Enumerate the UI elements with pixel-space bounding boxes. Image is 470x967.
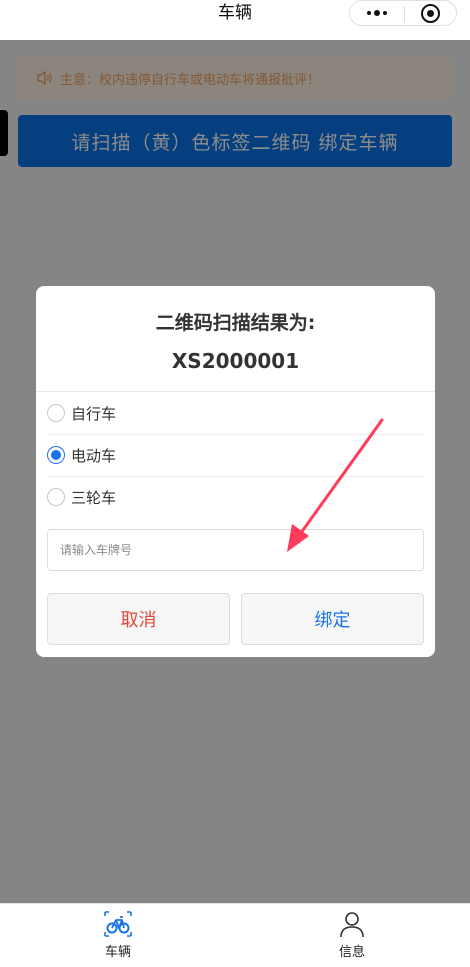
- plate-number-input[interactable]: [47, 529, 424, 571]
- app-root: 主意：校内违停自行车或电动车将通报批评！ 请扫描（黄）色标签二维码 绑定车辆 车…: [0, 0, 470, 967]
- tab-bar: 车辆 信息: [0, 903, 470, 967]
- option-tricycle[interactable]: 三轮车: [47, 476, 424, 518]
- capsule-divider: [404, 6, 405, 22]
- miniprogram-capsule: [349, 0, 457, 26]
- bind-button[interactable]: 绑定: [241, 593, 424, 645]
- close-target-icon[interactable]: [421, 4, 440, 23]
- option-tricycle-label: 三轮车: [71, 488, 117, 507]
- tab-info[interactable]: 信息: [312, 910, 392, 966]
- radio-tricycle[interactable]: [47, 488, 65, 506]
- radio-ebike[interactable]: [47, 446, 65, 464]
- bicycle-icon: [104, 911, 132, 937]
- option-bicycle[interactable]: 自行车: [47, 392, 424, 434]
- option-bicycle-label: 自行车: [71, 404, 117, 423]
- option-ebike[interactable]: 电动车: [47, 434, 424, 476]
- more-icon[interactable]: [362, 1, 392, 25]
- radio-bicycle[interactable]: [47, 404, 65, 422]
- option-ebike-label: 电动车: [71, 446, 117, 465]
- cancel-button[interactable]: 取消: [47, 593, 230, 645]
- person-icon: [340, 912, 364, 938]
- bind-dialog: 二维码扫描结果为: XS2000001 自行车 电动车 三轮车 取消 绑定: [36, 286, 435, 657]
- tab-vehicles[interactable]: 车辆: [78, 910, 158, 966]
- tab-info-label: 信息: [338, 945, 365, 960]
- dialog-title: 二维码扫描结果为:: [155, 312, 316, 334]
- scanned-code: XS2000001: [171, 349, 300, 373]
- tab-vehicles-label: 车辆: [104, 945, 131, 960]
- navbar: 车辆: [0, 0, 470, 40]
